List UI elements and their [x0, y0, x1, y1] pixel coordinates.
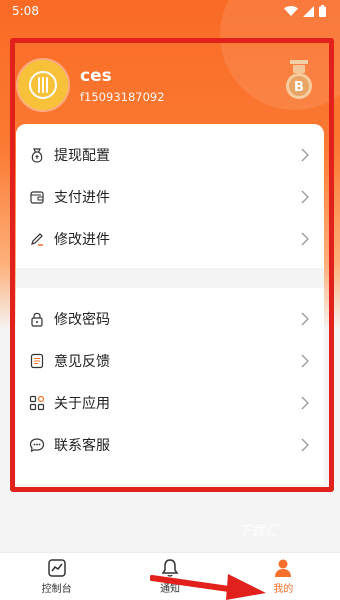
status-time: 5:08 — [12, 4, 39, 18]
menu-item-label: 意见反馈 — [54, 354, 110, 370]
member-badge[interactable]: B — [282, 58, 316, 106]
signal-icon — [303, 5, 314, 17]
menu-item-about-app[interactable]: 关于应用 — [16, 382, 324, 424]
person-icon — [275, 559, 292, 577]
tab-label: 我的 — [273, 584, 294, 595]
menu-item-customer-service[interactable]: 联系客服 — [16, 424, 324, 466]
chevron-right-icon — [301, 148, 309, 162]
pointer-arrow-icon — [150, 574, 266, 600]
wifi-icon — [284, 5, 298, 16]
watermark: 下载汇 — [238, 524, 278, 539]
chevron-right-icon — [301, 190, 309, 204]
menu-item-edit-onboarding[interactable]: 修改进件 — [16, 218, 324, 260]
menu-item-change-password[interactable]: 修改密码 — [16, 298, 324, 340]
menu-item-label: 关于应用 — [54, 396, 110, 412]
lock-icon — [28, 310, 46, 328]
menu-item-label: 修改进件 — [54, 232, 110, 248]
money-bag-icon — [28, 146, 46, 164]
menu-item-payment-onboarding[interactable]: 支付进件 — [16, 176, 324, 218]
avatar-icon — [29, 71, 57, 99]
chat-icon — [28, 436, 46, 454]
menu-item-withdraw-config[interactable]: 提现配置 — [16, 134, 324, 176]
medal-icon: B — [286, 60, 312, 99]
tab-label: 控制台 — [41, 584, 72, 595]
chevron-right-icon — [301, 312, 309, 326]
menu-item-feedback[interactable]: 意见反馈 — [16, 340, 324, 382]
badge-letter: B — [294, 80, 304, 95]
apps-icon — [28, 394, 46, 412]
status-bar: 5:08 — [0, 0, 340, 22]
menu-item-label: 提现配置 — [54, 148, 110, 164]
menu-item-label: 联系客服 — [54, 438, 110, 454]
feedback-icon — [28, 352, 46, 370]
chevron-right-icon — [301, 396, 309, 410]
chart-icon — [47, 559, 66, 577]
chevron-right-icon — [301, 438, 309, 452]
menu-card: 提现配置 支付进件 修改进件 修改密码 意见反馈 关于应用 联系客服 — [16, 124, 324, 484]
tab-console[interactable]: 控制台 — [0, 553, 113, 600]
section-divider — [16, 268, 324, 288]
chevron-right-icon — [301, 354, 309, 368]
battery-icon — [319, 5, 326, 17]
avatar[interactable] — [18, 60, 68, 110]
menu-item-label: 支付进件 — [54, 190, 110, 206]
wallet-icon — [28, 188, 46, 206]
profile-header[interactable]: ces f15093187092 B — [18, 46, 324, 124]
profile-user-id: f15093187092 — [80, 90, 165, 104]
chevron-right-icon — [301, 232, 309, 246]
menu-item-label: 修改密码 — [54, 312, 110, 328]
pen-icon — [28, 230, 46, 248]
profile-name: ces — [80, 66, 112, 86]
